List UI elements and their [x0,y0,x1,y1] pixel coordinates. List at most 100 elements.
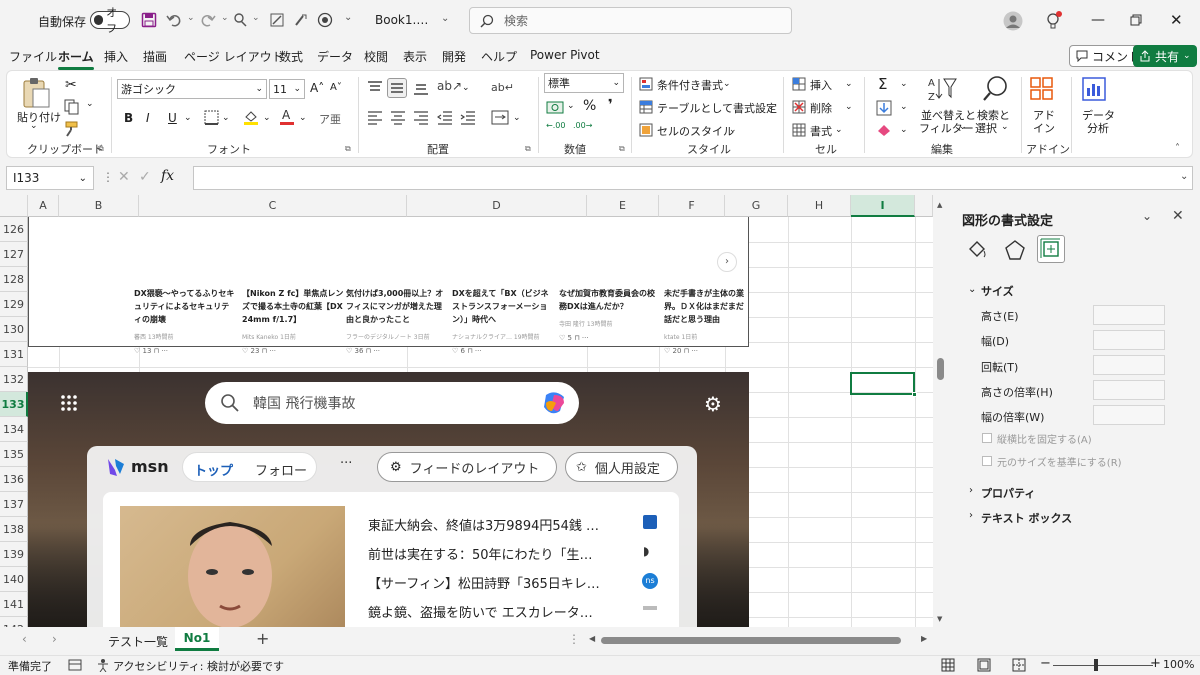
format-painter-qa-icon[interactable] [233,12,249,28]
tab-power-pivot[interactable]: Power Pivot [530,48,600,62]
clipboard-launcher-icon[interactable]: ⧉ [98,144,104,154]
scroll-left-icon[interactable]: ◀ [589,634,595,643]
row-header-130[interactable]: 130 [0,317,28,342]
font-size-select[interactable]: 11 ⌄ [269,79,305,99]
column-header-h[interactable]: H [788,195,851,217]
select-all-corner[interactable] [0,195,28,217]
redo-dropdown-icon[interactable]: ⌄ [221,13,229,23]
cell-styles-icon[interactable] [639,123,653,137]
addins-icon[interactable] [1029,76,1055,102]
settings-gear-icon[interactable]: ⚙ [704,392,722,416]
add-sheet-icon[interactable]: + [256,629,269,648]
fill-color-dropdown-icon[interactable]: ⌄ [263,113,271,123]
clear-format-icon[interactable] [269,12,285,28]
msn-search-box[interactable]: 韓国 飛行機事故 [205,382,579,424]
zoom-out-icon[interactable]: − [1040,656,1051,671]
clear-dropdown-icon[interactable]: ⌄ [900,125,908,135]
scale-width-input[interactable] [1093,405,1165,425]
feed-layout-button[interactable]: ⚙ フィードのレイアウト [377,452,557,482]
row-header-134[interactable]: 134 [0,417,28,442]
increase-font-icon[interactable]: A˄ [310,81,324,95]
tab-split-grip-icon[interactable]: ⋮ [568,632,580,646]
italic-icon[interactable]: I [146,111,150,125]
align-center-icon[interactable] [390,111,406,125]
tab-help[interactable]: ヘルプ [481,48,517,65]
analyze-data-icon[interactable] [1081,76,1107,102]
next-sheet-icon[interactable]: › [52,632,57,646]
section-expand-icon[interactable]: ⌄ [968,284,976,295]
row-header-132[interactable]: 132 [0,367,28,392]
font-name-select[interactable]: 游ゴシック ⌄ [117,79,267,99]
textbox-section-label[interactable]: テキスト ボックス [981,510,1072,526]
percent-icon[interactable]: % [583,98,596,114]
scroll-down-icon[interactable]: ▼ [937,615,942,623]
cancel-icon[interactable]: ✕ [118,169,130,185]
conditional-format-icon[interactable] [639,77,653,91]
row-header-142[interactable]: 142 [0,617,28,627]
row-header-128[interactable]: 128 [0,267,28,292]
alignment-launcher-icon[interactable]: ⧉ [525,144,531,154]
name-box[interactable]: I133 ⌄ [6,166,94,190]
tab-home[interactable]: ホーム [58,48,94,70]
borders-dropdown-icon[interactable]: ⌄ [222,113,230,123]
msn-tab-follow[interactable]: フォロー [255,460,307,479]
addins-label-2[interactable]: イン [1033,120,1055,136]
wrap-text-icon[interactable]: ab↵ [491,81,514,94]
sort-filter-dropdown-icon[interactable]: ⌄ [959,122,967,132]
relative-original-checkbox[interactable] [982,456,992,466]
row-header-141[interactable]: 141 [0,592,28,617]
scroll-up-icon[interactable]: ▲ [937,201,942,209]
formula-input[interactable] [193,166,1193,190]
undo-icon[interactable] [166,12,182,28]
save-icon[interactable] [141,12,157,28]
number-launcher-icon[interactable]: ⧉ [619,144,625,154]
comma-style-icon[interactable]: ❜ [608,97,613,113]
news-photo[interactable] [120,506,345,627]
properties-section-label[interactable]: プロパティ [981,485,1035,501]
filename-dropdown-icon[interactable]: ⌄ [441,13,449,24]
customize-qa-icon[interactable]: ⌄ [344,12,352,23]
align-middle-icon[interactable] [387,78,407,98]
account-avatar-icon[interactable] [1003,11,1023,31]
row-header-131[interactable]: 131 [0,342,28,367]
lock-aspect-checkbox[interactable] [982,433,992,443]
copy-dropdown-icon[interactable]: ⌄ [86,99,94,109]
insert-cells-icon[interactable] [792,77,806,91]
expand-formula-icon[interactable]: ⌄ [1180,171,1188,182]
fill-icon[interactable] [876,100,892,116]
row-header-140[interactable]: 140 [0,567,28,592]
decrease-indent-icon[interactable] [437,111,453,125]
tab-view[interactable]: 表示 [403,48,427,65]
format-dropdown-icon[interactable]: ⌄ [835,125,843,135]
worksheet-grid[interactable]: A B C D E F G H I 126 127 128 129 130 13… [0,195,948,627]
accessibility-icon[interactable] [96,658,110,672]
undo-dropdown-icon[interactable]: ⌄ [187,13,195,23]
number-format-select[interactable]: 標準 ⌄ [544,73,624,93]
row-header-139[interactable]: 139 [0,542,28,567]
column-header-g[interactable]: G [725,195,788,217]
effects-pentagon-icon[interactable] [1004,239,1026,261]
sheet-tab-test-list[interactable]: テスト一覧 [108,633,168,650]
tab-file[interactable]: ファイル [9,48,57,65]
increase-indent-icon[interactable] [460,111,476,125]
embedded-news-screenshot[interactable]: DX猥褻～やってるふりセキュリティによるセキュリティの崩壊 蕃西 13時間前 ♡… [28,217,749,355]
lightbulb-icon[interactable] [1045,11,1063,31]
merge-dropdown-icon[interactable]: ⌄ [513,113,521,123]
align-left-icon[interactable] [367,111,383,125]
format-as-table-dropdown-icon[interactable]: ⌄ [767,102,775,112]
format-cells-label[interactable]: 書式 [810,123,832,139]
page-layout-view-icon[interactable] [977,658,991,672]
font-color-dropdown-icon[interactable]: ⌄ [299,113,307,123]
vertical-scroll-thumb[interactable] [937,358,944,380]
fill-color-icon[interactable] [243,109,259,126]
msn-more-icon[interactable]: ··· [340,456,352,471]
personalize-button[interactable]: ✩ 個人用設定 [565,452,678,482]
accessibility-status[interactable]: アクセシビリティ: 検討が必要です [113,658,284,674]
pane-close-icon[interactable]: ✕ [1172,208,1184,224]
paste-label[interactable]: 貼り付け [17,109,61,125]
font-launcher-icon[interactable]: ⧉ [345,144,351,154]
sheet-tab-no1[interactable]: No1 [175,627,219,651]
share-button[interactable]: 共有 ⌄ [1133,45,1197,67]
scroll-right-icon[interactable]: ▶ [921,634,927,643]
sort-filter-icon[interactable]: AZ [927,75,957,103]
